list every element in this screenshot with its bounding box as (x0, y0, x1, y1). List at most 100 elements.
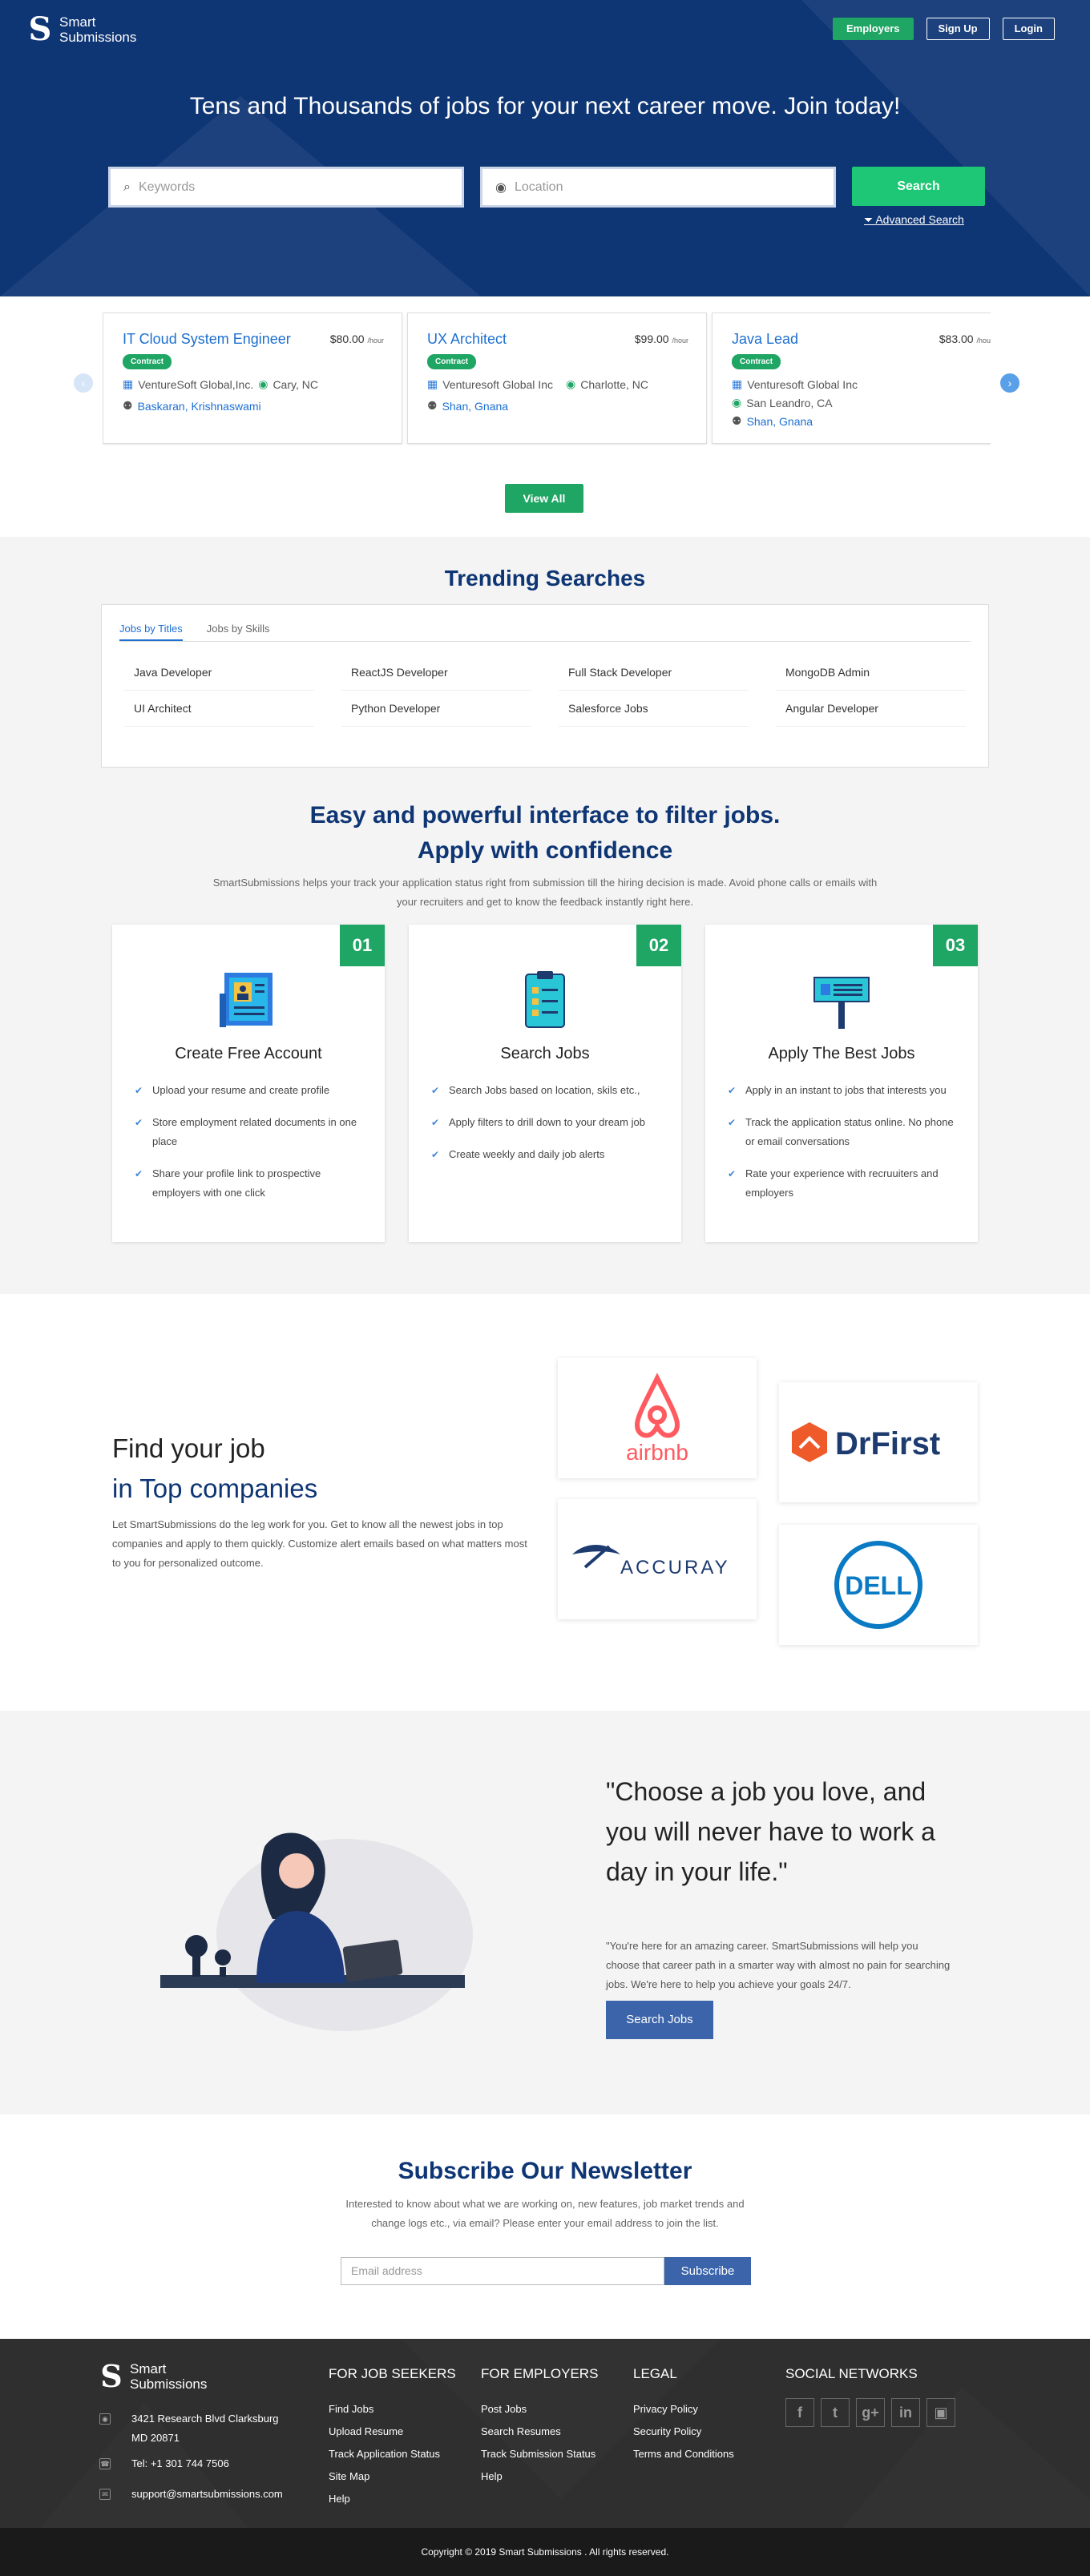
feature-title: Apply The Best Jobs (768, 1045, 915, 1062)
login-button[interactable]: Login (1002, 18, 1055, 40)
trending-item[interactable]: Salesforce Jobs (559, 691, 749, 727)
facebook-icon[interactable]: f (785, 2398, 814, 2427)
carousel-next-button[interactable]: › (1000, 373, 1019, 393)
footer-link[interactable]: Post Jobs (481, 2398, 598, 2421)
site-logo[interactable]: S Smart Submissions (27, 10, 137, 48)
newsletter-title: Subscribe Our Newsletter (398, 2158, 692, 2184)
trending-item[interactable]: Angular Developer (776, 691, 966, 727)
instagram-icon[interactable]: ▣ (926, 2398, 955, 2427)
interface-title-2: Apply with confidence (417, 837, 673, 864)
building-icon: ▦ (427, 377, 438, 390)
tab-jobs-by-titles[interactable]: Jobs by Titles (119, 623, 183, 641)
job-location: Charlotte, NC (580, 377, 649, 391)
job-recruiters[interactable]: Shan, Gnana (442, 400, 509, 413)
dell-wordmark: DELL (845, 1571, 912, 1600)
company-logo-dell[interactable]: DELL (779, 1525, 978, 1645)
footer-link[interactable]: Track Application Status (329, 2443, 456, 2465)
footer-col-title: FOR JOB SEEKERS (329, 2366, 456, 2381)
footer-logo[interactable]: S Smart Submissions (99, 2361, 207, 2393)
job-recruiters[interactable]: Shan, Gnana (747, 415, 813, 428)
tab-jobs-by-skills[interactable]: Jobs by Skills (207, 623, 270, 641)
job-rate: $99.00 /hour (635, 333, 688, 345)
footer-phone: ☎ Tel: +1 301 744 7506 (99, 2454, 308, 2473)
keywords-input[interactable]: ⌕ Keywords (108, 167, 464, 208)
footer-link[interactable]: Track Submission Status (481, 2443, 598, 2465)
footer-link[interactable]: Help (481, 2465, 598, 2488)
search-button[interactable]: Search (852, 167, 985, 206)
footer-col-title: FOR EMPLOYERS (481, 2366, 599, 2381)
feature-title: Create Free Account (175, 1045, 322, 1062)
trending-box: Jobs by Titles Jobs by Skills Java Devel… (101, 604, 989, 768)
logo-text-line2: Submissions (59, 30, 137, 45)
company-logo-accuray[interactable]: ACCURAY (558, 1499, 757, 1619)
signup-button[interactable]: Sign Up (926, 18, 990, 40)
footer-col-social: SOCIAL NETWORKS f t g+ in ▣ (785, 2366, 955, 2427)
job-recruiters[interactable]: Baskaran, Krishnaswami (138, 400, 261, 413)
footer-link[interactable]: Help (329, 2488, 456, 2510)
employers-button[interactable]: Employers (833, 18, 914, 40)
footer-link[interactable]: Search Resumes (481, 2421, 598, 2443)
drfirst-wordmark: DrFirst (835, 1426, 940, 1461)
feature-point: Share your profile link to prospective e… (135, 1164, 362, 1203)
quote-subtext: "You're here for an amazing career. Smar… (606, 1940, 951, 1990)
advanced-search-link[interactable]: ⏷ Advanced Search (864, 213, 964, 227)
job-type-badge: Contract (732, 354, 781, 369)
phone-number: Tel: +1 301 744 7506 (131, 2457, 229, 2469)
keywords-placeholder: Keywords (138, 179, 196, 194)
building-icon: ▦ (123, 377, 134, 390)
footer-link[interactable]: Terms and Conditions (633, 2443, 734, 2465)
accuray-wordmark: ACCURAY (620, 1557, 730, 1578)
footer-col-title: LEGAL (633, 2366, 677, 2381)
trending-item[interactable]: Python Developer (341, 691, 531, 727)
footer-link[interactable]: Privacy Policy (633, 2398, 734, 2421)
location-input[interactable]: ◉ Location (480, 167, 836, 208)
job-card[interactable]: IT Cloud System Engineer $80.00 /hour Co… (103, 312, 402, 444)
footer-link[interactable]: Site Map (329, 2465, 456, 2488)
footer-col-employers: FOR EMPLOYERS Post Jobs Search Resumes T… (481, 2366, 598, 2488)
email-input[interactable]: Email address (341, 2257, 664, 2285)
company-logo-drfirst[interactable]: DrFirst (779, 1382, 978, 1502)
feature-number: 03 (933, 925, 978, 966)
google-plus-icon[interactable]: g+ (856, 2398, 885, 2427)
job-card[interactable]: Java Lead $83.00 /hour Contract ▦Venture… (712, 312, 991, 444)
trending-item[interactable]: ReactJS Developer (341, 655, 531, 691)
location-placeholder: Location (514, 179, 563, 194)
job-card[interactable]: UX Architect $99.00 /hour Contract ▦ Vent… (407, 312, 707, 444)
search-jobs-button[interactable]: Search Jobs (606, 2001, 713, 2039)
feature-number: 01 (340, 925, 385, 966)
hero-section: S Smart Submissions Employers Sign Up Log… (0, 0, 1090, 296)
feature-point: Apply in an instant to jobs that interes… (728, 1081, 955, 1100)
linkedin-icon[interactable]: in (891, 2398, 920, 2427)
trending-title: Trending Searches (444, 566, 646, 591)
feature-title: Search Jobs (500, 1045, 590, 1062)
feature-point: Upload your resume and create profile (135, 1081, 362, 1100)
twitter-icon[interactable]: t (821, 2398, 850, 2427)
newsletter-description: Interested to know about what we are wor… (345, 2198, 745, 2229)
building-icon: ▦ (732, 377, 743, 390)
footer-link[interactable]: Find Jobs (329, 2398, 456, 2421)
footer-link[interactable]: Security Policy (633, 2421, 734, 2443)
trending-item[interactable]: Java Developer (124, 655, 314, 691)
company-logo-airbnb[interactable]: airbnb (558, 1358, 757, 1478)
job-type-badge: Contract (427, 354, 477, 369)
address-line1: 3421 Research Blvd Clarksburg (131, 2413, 279, 2425)
view-all-button[interactable]: View All (505, 484, 583, 513)
phone-icon: ☎ (99, 2458, 111, 2469)
job-rate-value: $99.00 (634, 333, 669, 345)
job-rate-unit: /hour (672, 337, 688, 345)
email-address[interactable]: support@smartsubmissions.com (99, 2485, 308, 2504)
trending-item[interactable]: MongoDB Admin (776, 655, 966, 691)
trending-item[interactable]: Full Stack Developer (559, 655, 749, 691)
footer: S Smart Submissions ◉ 3421 Research Blvd … (0, 2339, 1090, 2576)
interface-title-1: Easy and powerful interface to filter jo… (309, 802, 781, 828)
subscribe-button[interactable]: Subscribe (664, 2257, 751, 2285)
companies-title-line2: in Top companies (112, 1473, 318, 1503)
logo-s-icon: S (28, 10, 52, 48)
footer-link[interactable]: Upload Resume (329, 2421, 456, 2443)
carousel-prev-button[interactable]: ‹ (74, 373, 93, 393)
feature-point: Track the application status online. No … (728, 1113, 955, 1151)
footer-col-job-seekers: FOR JOB SEEKERS Find Jobs Upload Resume … (329, 2366, 456, 2510)
trending-item[interactable]: UI Architect (124, 691, 314, 727)
feature-point: Rate your experience with recruuiters an… (728, 1164, 955, 1203)
job-carousel: IT Cloud System Engineer $80.00 /hour Co… (103, 312, 991, 445)
